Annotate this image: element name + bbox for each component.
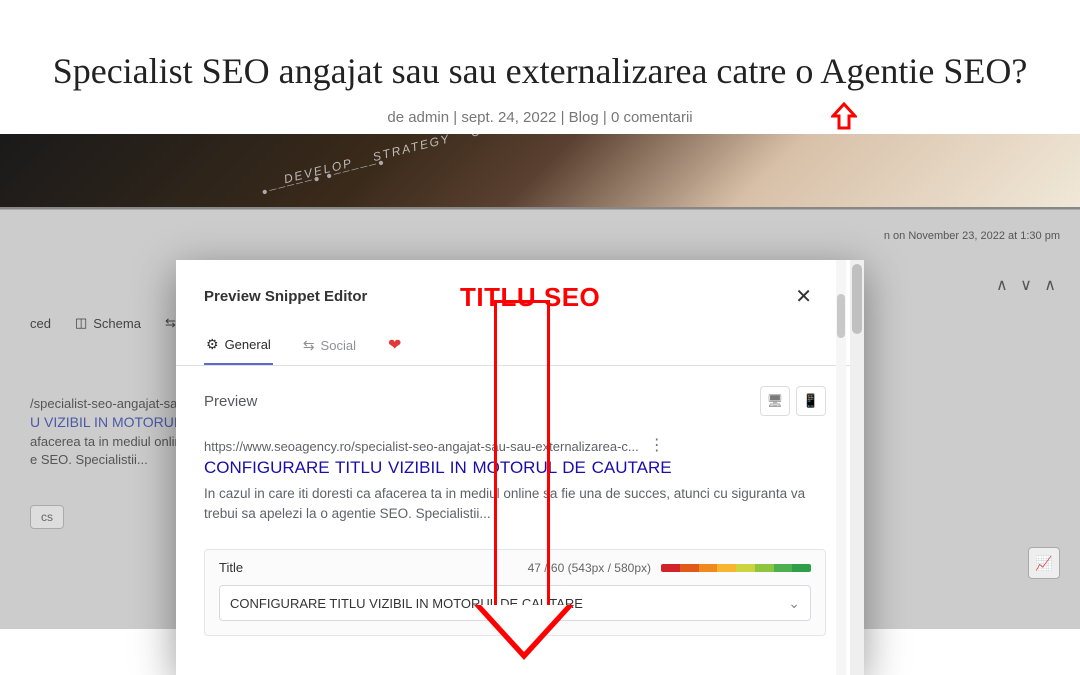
mobile-icon: 📱	[803, 393, 819, 409]
serp-preview[interactable]: https://www.seoagency.ro/specialist-seo-…	[204, 438, 826, 523]
meta-sep: |	[603, 109, 607, 126]
rankmath-tabs-row: ced ◫ Schema ⇆	[30, 315, 176, 331]
meta-sep: |	[453, 109, 457, 126]
mobile-preview-button[interactable]: 📱	[796, 386, 826, 416]
tab-social[interactable]: ⇆ Social	[301, 327, 358, 364]
serp-description: In cazul in care iti doresti ca afacerea…	[204, 484, 826, 523]
bg-cs-button[interactable]: cs	[30, 505, 64, 529]
title-count-rail: 47 / 60 (543px / 580px)	[528, 561, 811, 575]
chevron-down-icon[interactable]: ⌄	[788, 595, 800, 612]
serp-menu-icon[interactable]: ⋮	[649, 438, 665, 454]
device-toggle: 🖥 📱	[760, 386, 826, 416]
modal-header: Preview Snippet Editor ✕	[176, 260, 864, 325]
heart-icon[interactable]: ❤	[386, 325, 403, 365]
tab-general[interactable]: ⚙ General	[204, 326, 273, 365]
meta-by: de	[387, 109, 404, 126]
serp-url: https://www.seoagency.ro/specialist-seo-…	[204, 438, 826, 454]
bg-serp-preview: /specialist-seo-angajat-sau U VIZIBIL IN…	[30, 395, 200, 469]
tab-schema[interactable]: ◫ Schema	[75, 315, 141, 331]
publish-meta-text: n on November 23, 2022 at 1:30 pm	[884, 230, 1060, 242]
bg-serp-url: /specialist-seo-angajat-sau	[30, 395, 200, 413]
desktop-preview-button[interactable]: 🖥	[760, 386, 790, 416]
post-meta: de admin | sept. 24, 2022 | Blog | 0 com…	[20, 109, 1060, 126]
tab-general-label: General	[225, 337, 271, 352]
bg-serp-desc: afacerea ta in mediul online e SEO. Spec…	[30, 433, 200, 469]
gear-icon: ⚙	[206, 336, 219, 353]
title-input-value: CONFIGURARE TITLU VIZIBIL IN MOTORUL DE …	[230, 596, 788, 611]
modal-inner-scrollbar[interactable]	[836, 260, 846, 675]
desktop-icon: 🖥	[767, 393, 784, 409]
tab-social-label: Social	[321, 338, 356, 353]
meta-comments[interactable]: 0 comentarii	[611, 109, 693, 126]
preview-row: Preview 🖥 📱	[204, 386, 826, 416]
title-char-count: 47 / 60 (543px / 580px)	[528, 561, 651, 575]
title-input[interactable]: CONFIGURARE TITLU VIZIBIL IN MOTORUL DE …	[219, 585, 811, 621]
hero-image-strip	[0, 134, 1080, 209]
meta-category[interactable]: Blog	[569, 109, 599, 126]
meta-author[interactable]: admin	[408, 109, 449, 126]
title-strength-rail	[661, 564, 811, 572]
modal-title: Preview Snippet Editor	[204, 288, 367, 305]
title-field-header: Title 47 / 60 (543px / 580px)	[219, 560, 811, 575]
title-field-box: Title 47 / 60 (543px / 580px) CONFIGURAR…	[204, 549, 826, 636]
meta-date: sept. 24, 2022	[461, 109, 556, 126]
page-h1: Specialist SEO angajat sau sau externali…	[20, 50, 1060, 93]
tab-share-icon[interactable]: ⇆	[165, 315, 176, 331]
snippet-editor-modal: Preview Snippet Editor ✕ ⚙ General ⇆ Soc…	[176, 260, 864, 675]
schema-icon: ◫	[75, 315, 87, 331]
serp-title: CONFIGURARE TITLU VIZIBIL IN MOTORUL DE …	[204, 458, 826, 478]
meta-sep: |	[561, 109, 565, 126]
modal-body: Preview 🖥 📱 https://www.seoagency.ro/spe…	[176, 366, 864, 636]
tab-ced[interactable]: ced	[30, 316, 51, 331]
title-field-label: Title	[219, 560, 243, 575]
share-icon: ⇆	[303, 337, 315, 354]
bg-serp-title: U VIZIBIL IN MOTORUI	[30, 413, 200, 433]
article-header: Specialist SEO angajat sau sau externali…	[0, 0, 1080, 134]
close-icon[interactable]: ✕	[795, 284, 812, 309]
panel-collapse-controls[interactable]: ∧ ∨ ∧	[996, 275, 1060, 295]
modal-tabs: ⚙ General ⇆ Social ❤	[176, 325, 864, 366]
modal-outer-scrollbar[interactable]	[850, 260, 864, 675]
preview-label: Preview	[204, 393, 257, 410]
bg-chart-icon[interactable]: 📈	[1028, 547, 1060, 579]
